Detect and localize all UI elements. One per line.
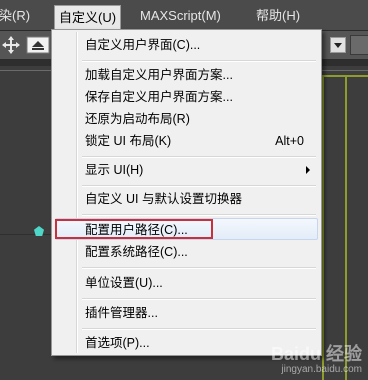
menu-item-label: 配置系统路径(C)... [85,245,188,259]
menu-item-label: 锁定 UI 布局(K) [85,134,172,148]
customize-menu: 自定义用户界面(C)... 加载自定义用户界面方案... 保存自定义用户界面方案… [51,29,322,356]
viewport-border-line [345,75,347,380]
menu-item-configure-system-paths[interactable]: 配置系统路径(C)... [55,241,318,263]
menu-item-label: 自定义 UI 与默认设置切换器 [85,192,242,206]
main-menubar: 渲染(R) 自定义(U) MAXScript(M) 帮助(H) [0,0,368,31]
menu-separator [82,156,316,158]
menu-item-label: 单位设置(U)... [85,276,163,290]
viewport-border-line [322,75,368,77]
menu-item-plugin-manager[interactable]: 插件管理器... [55,302,318,324]
menu-customize[interactable]: 自定义(U) [54,5,122,30]
menu-item-save-ui-scheme[interactable]: 保存自定义用户界面方案... [55,86,318,108]
menu-item-show-ui[interactable]: 显示 UI(H) [55,159,318,181]
menu-item-label: 自定义用户界面(C)... [85,38,201,52]
annotation-highlight-box [55,219,213,239]
menu-item-label: 显示 UI(H) [85,163,144,177]
menu-item-customize-ui[interactable]: 自定义用户界面(C)... [55,34,318,56]
menu-separator [82,328,316,330]
watermark: Baidu 经验 jingyan.baidu.com [271,344,362,376]
menu-item-load-ui-scheme[interactable]: 加载自定义用户界面方案... [55,64,318,86]
watermark-url: jingyan.baidu.com [281,364,362,375]
menu-item-label: 还原为启动布局(R) [85,112,190,126]
menu-help[interactable]: 帮助(H) [256,6,300,26]
toolbar-button[interactable] [350,35,368,55]
menu-item-shortcut: Alt+0 [275,134,304,148]
menu-item-ui-defaults-switcher[interactable]: 自定义 UI 与默认设置切换器 [55,188,318,210]
menu-separator [82,267,316,269]
menu-item-label: 保存自定义用户界面方案... [85,90,233,104]
chevron-down-icon [334,43,342,48]
menu-separator [82,298,316,300]
menu-separator [82,185,316,187]
move-icon[interactable] [0,35,22,55]
menu-maxscript[interactable]: MAXScript(M) [140,6,221,26]
menu-item-label: 首选项(P)... [85,336,150,350]
viewport-border-line [322,75,324,380]
select-tool-icon[interactable] [26,36,50,54]
menu-rendering[interactable]: 渲染(R) [0,6,30,26]
menu-item-units-setup[interactable]: 单位设置(U)... [55,272,318,294]
menu-item-lock-ui-layout[interactable]: 锁定 UI 布局(K) Alt+0 [55,130,318,152]
toolbar-dropdown[interactable] [330,37,346,53]
viewport-grid-line [0,234,52,235]
menu-separator [82,60,316,62]
menu-item-revert-startup-layout[interactable]: 还原为启动布局(R) [55,108,318,130]
submenu-arrow-icon [306,166,310,174]
menu-item-label: 插件管理器... [85,306,158,320]
menu-separator [82,214,316,216]
watermark-brand: Baidu 经验 [270,344,362,364]
menu-item-label: 加载自定义用户界面方案... [85,68,233,82]
